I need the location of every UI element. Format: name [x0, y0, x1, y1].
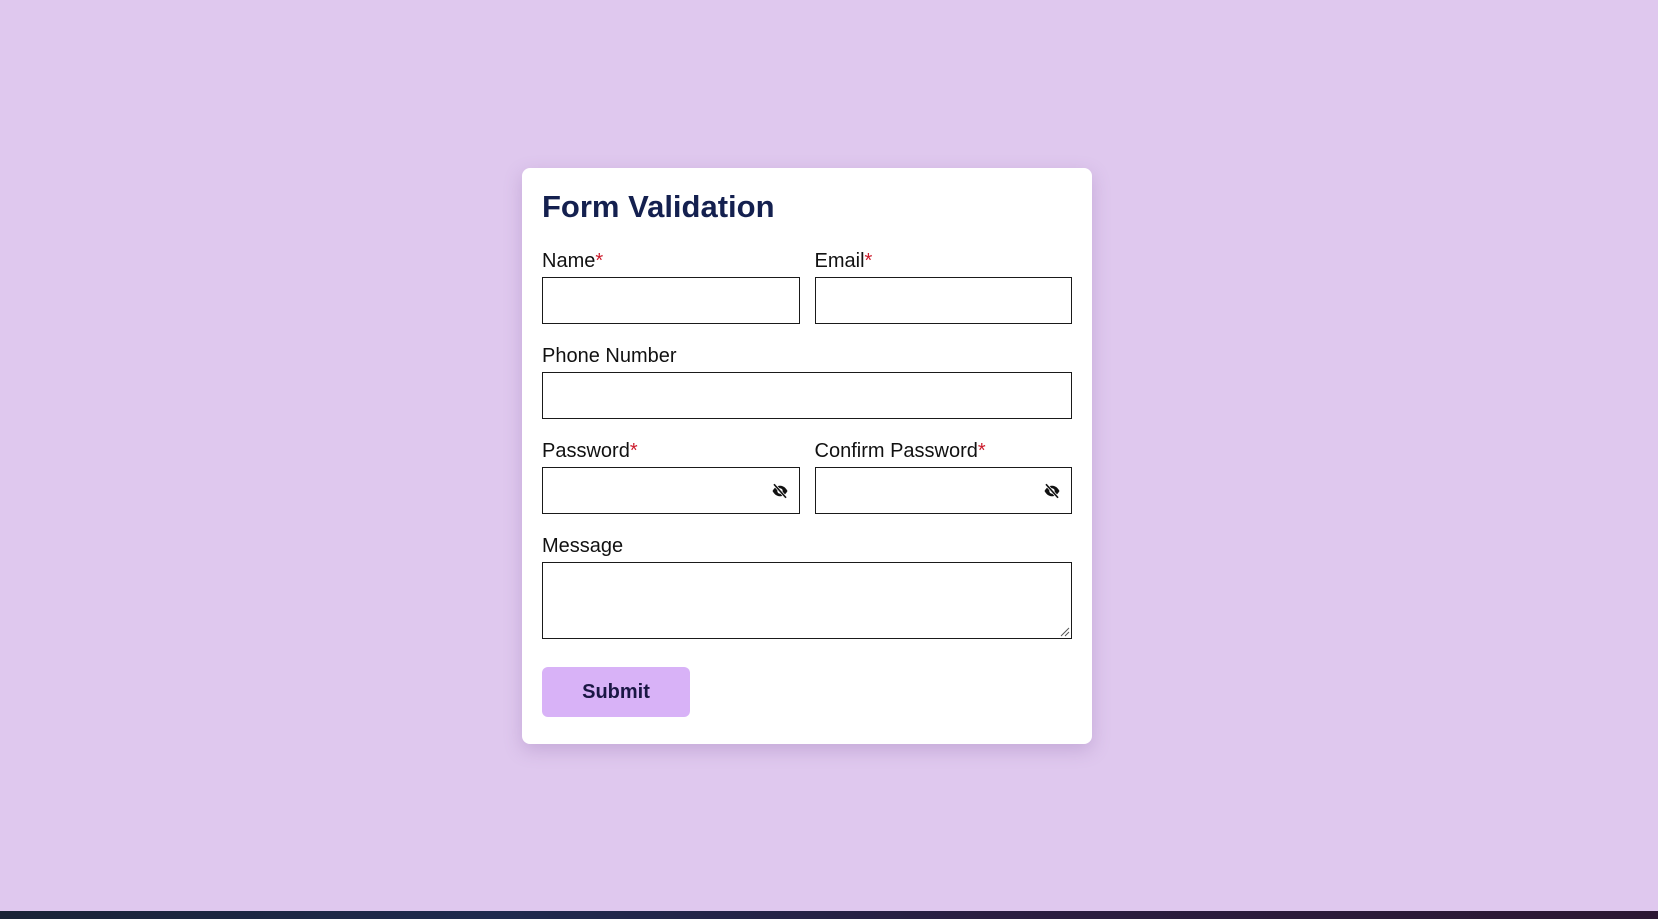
- message-textarea[interactable]: [543, 563, 1071, 638]
- required-marker: *: [977, 440, 986, 462]
- email-input-box: [814, 277, 1072, 324]
- eye-slash-icon[interactable]: [771, 482, 789, 500]
- name-label-text: Name: [542, 250, 596, 272]
- submit-button[interactable]: Submit: [542, 667, 690, 717]
- password-label: Password*: [542, 440, 800, 463]
- phone-input-box: [542, 372, 1072, 419]
- name-label: Name*: [542, 250, 800, 273]
- name-input-box: [542, 277, 800, 324]
- eye-slash-icon[interactable]: [1043, 482, 1061, 500]
- phone-field-group: Phone Number: [542, 345, 1072, 419]
- form-title: Form Validation: [542, 189, 775, 224]
- email-label: Email*: [815, 250, 1073, 273]
- confirm-password-field-group: Confirm Password*: [814, 440, 1073, 514]
- email-label-text: Email: [814, 250, 865, 272]
- phone-label-text: Phone Number: [542, 345, 677, 367]
- password-field-group: Password*: [542, 440, 800, 514]
- required-marker: *: [595, 250, 604, 272]
- phone-input[interactable]: [543, 373, 1071, 418]
- name-field-group: Name*: [542, 250, 800, 324]
- password-input[interactable]: [543, 468, 799, 513]
- message-box: [542, 562, 1072, 639]
- name-input[interactable]: [543, 278, 799, 323]
- password-label-text: Password: [542, 440, 630, 462]
- required-marker: *: [629, 440, 638, 462]
- password-row: Password* Confirm Password*: [542, 440, 1072, 514]
- taskbar: [0, 911, 1658, 919]
- email-input[interactable]: [815, 278, 1071, 323]
- message-label-text: Message: [542, 535, 624, 557]
- phone-label: Phone Number: [542, 345, 1072, 368]
- name-email-row: Name* Email*: [542, 250, 1072, 324]
- resize-grip-icon[interactable]: [1059, 626, 1070, 637]
- confirm-password-input[interactable]: [815, 468, 1071, 513]
- confirm-password-input-box: [814, 467, 1072, 514]
- message-field-group: Message: [542, 535, 1072, 639]
- email-field-group: Email*: [814, 250, 1073, 324]
- form-card: Form Validation Name* Email* Phone Numbe…: [522, 168, 1092, 744]
- password-input-box: [542, 467, 800, 514]
- confirm-password-label: Confirm Password*: [815, 440, 1073, 463]
- confirm-password-label-text: Confirm Password: [814, 440, 978, 462]
- message-label: Message: [542, 535, 1072, 558]
- required-marker: *: [864, 250, 873, 272]
